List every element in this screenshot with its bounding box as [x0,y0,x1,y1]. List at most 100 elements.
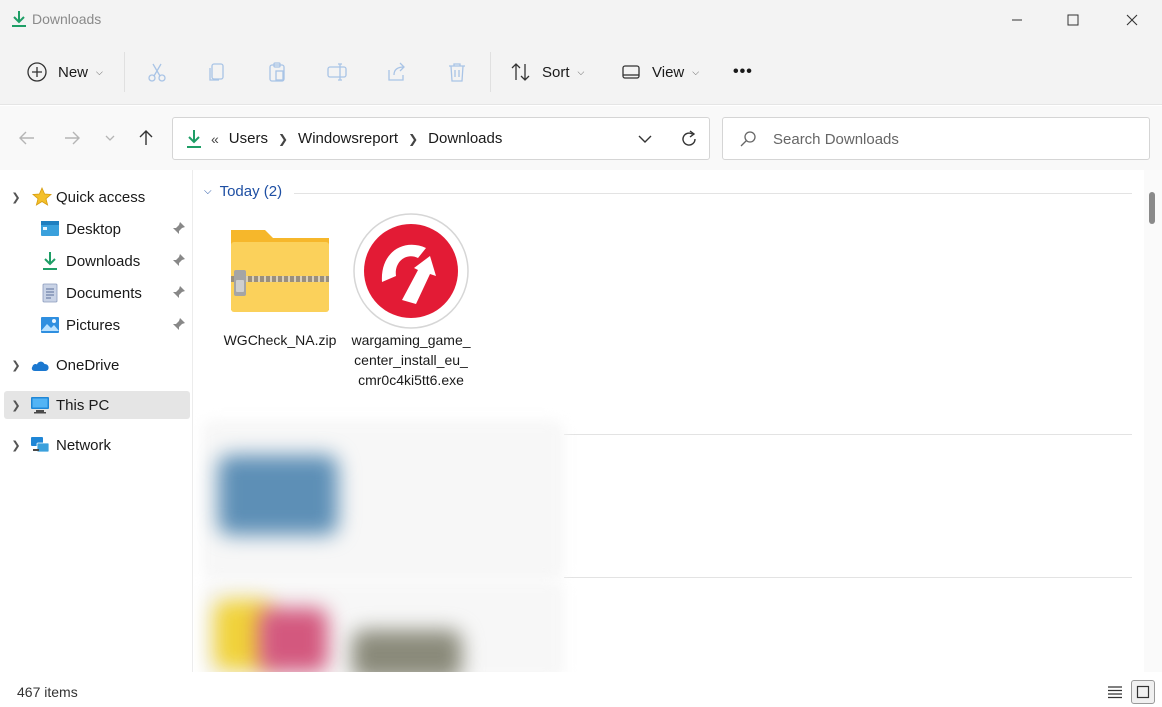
chevron-down-icon: ⌵ [692,66,700,77]
sidebar-item-quick-access[interactable]: ❯ Quick access [4,183,190,211]
new-button[interactable]: New ⌵ [26,54,103,90]
chevron-right-icon[interactable]: ❯ [10,439,22,452]
file-item-wargaming-installer[interactable]: wargaming_game_center_install_eu_cmr0c4k… [347,212,475,390]
chevron-down-icon: ⌵ [204,186,212,197]
breadcrumb-downloads[interactable]: Downloads [428,130,502,147]
group-divider [564,577,1132,578]
plus-circle-icon [27,62,47,82]
scissors-icon [148,63,166,82]
file-list: ⌵ Today (2) WGCheck_NA.zip wargaming_gam… [194,170,1144,672]
sidebar-item-onedrive[interactable]: ❯ OneDrive [4,351,190,379]
refresh-icon[interactable] [679,129,699,149]
pin-icon[interactable] [172,253,186,267]
paste-button[interactable] [266,54,288,90]
chevron-down-icon [105,135,115,141]
item-count: 467 items [17,684,78,700]
view-label: View [652,63,685,81]
status-bar: 467 items [0,672,1162,707]
up-button[interactable] [135,127,157,149]
close-icon [1126,14,1138,26]
breadcrumb-windowsreport[interactable]: Windowsreport [298,130,398,147]
large-icons-view-button[interactable] [1131,680,1155,704]
chevron-down-icon: ⌵ [96,66,103,77]
chevron-down-icon: ⌵ [577,66,585,77]
scrollbar-thumb[interactable] [1149,192,1155,224]
pin-icon[interactable] [172,285,186,299]
cloud-icon [31,361,49,371]
rename-icon [327,63,347,81]
cut-button[interactable] [146,54,168,90]
clipboard-icon [269,62,285,82]
sidebar-item-label: Desktop [66,220,122,238]
monitor-icon [31,397,49,414]
sidebar-item-documents[interactable]: Documents [4,279,190,307]
sidebar-item-label: Pictures [66,316,121,334]
view-button[interactable]: View ⌵ [620,54,699,90]
sidebar-item-this-pc[interactable]: ❯ This PC [4,391,190,419]
minimize-button[interactable] [988,0,1046,40]
close-button[interactable] [1103,0,1161,40]
pictures-icon [41,317,59,333]
new-label: New [58,63,89,81]
separator [124,52,125,92]
share-button[interactable] [386,54,408,90]
more-icon: ••• [733,63,753,80]
star-icon [32,187,52,206]
more-options-button[interactable]: ••• [733,54,753,90]
minimize-icon [1012,19,1022,21]
chevron-right-icon[interactable]: ❯ [10,399,22,412]
navigation-pane: ❯ Quick access Desktop Downloads Documen… [0,170,193,672]
address-bar[interactable]: « Users ❯ Windowsreport ❯ Downloads [172,117,710,160]
maximize-button[interactable] [1044,0,1102,40]
separator [490,52,491,92]
sidebar-item-downloads[interactable]: Downloads [4,247,190,275]
document-icon [42,283,58,303]
breadcrumb-users[interactable]: Users [229,130,268,147]
pin-icon[interactable] [172,221,186,235]
sort-arrows-icon [511,63,530,81]
vertical-scrollbar[interactable] [1144,170,1162,672]
sidebar-item-label: This PC [56,396,110,414]
zip-folder-icon [231,230,329,312]
chevron-right-icon[interactable]: ❯ [10,359,22,372]
address-dropdown-icon[interactable] [637,131,653,147]
search-box[interactable] [722,117,1150,160]
group-header-today[interactable]: ⌵ Today (2) [204,183,282,200]
details-view-button[interactable] [1103,680,1127,704]
chevron-down-icon[interactable]: ❯ [10,191,22,204]
file-name: WGCheck_NA.zip [223,332,337,348]
delete-button[interactable] [446,54,468,90]
pin-icon[interactable] [172,317,186,331]
view-layout-icon [622,65,640,79]
rename-button[interactable] [326,54,348,90]
window-title: Downloads [32,11,102,27]
sidebar-item-network[interactable]: ❯ Network [4,431,190,459]
sidebar-item-label: Documents [66,284,142,302]
blurred-thumbnail [258,608,328,672]
copy-icon [209,63,224,81]
forward-button[interactable] [61,127,83,149]
sort-label: Sort [542,63,570,81]
large-icons-view-icon [1136,685,1150,699]
sidebar-item-label: Downloads [66,252,141,270]
wargaming-app-icon [353,213,469,329]
arrow-left-icon [19,131,34,145]
copy-button[interactable] [206,54,228,90]
recent-locations-button[interactable] [99,127,121,149]
arrow-up-icon [139,130,153,145]
sidebar-item-pictures[interactable]: Pictures [4,311,190,339]
chevron-right-icon[interactable]: ❯ [278,132,288,146]
search-input[interactable] [773,128,1133,150]
download-icon [187,130,201,148]
file-item-wgcheck[interactable]: WGCheck_NA.zip [216,212,344,350]
sort-button[interactable]: Sort ⌵ [510,54,584,90]
blurred-thumbnail [352,630,462,672]
desktop-icon [41,221,59,236]
chevron-right-icon[interactable]: ❯ [408,132,418,146]
breadcrumb-overflow[interactable]: « [211,131,219,147]
command-bar: New ⌵ Sort ⌵ View ⌵ ••• [0,40,1162,105]
sidebar-item-desktop[interactable]: Desktop [4,215,190,243]
download-icon [43,252,57,270]
sidebar-item-label: Quick access [56,188,146,206]
back-button[interactable] [16,127,38,149]
